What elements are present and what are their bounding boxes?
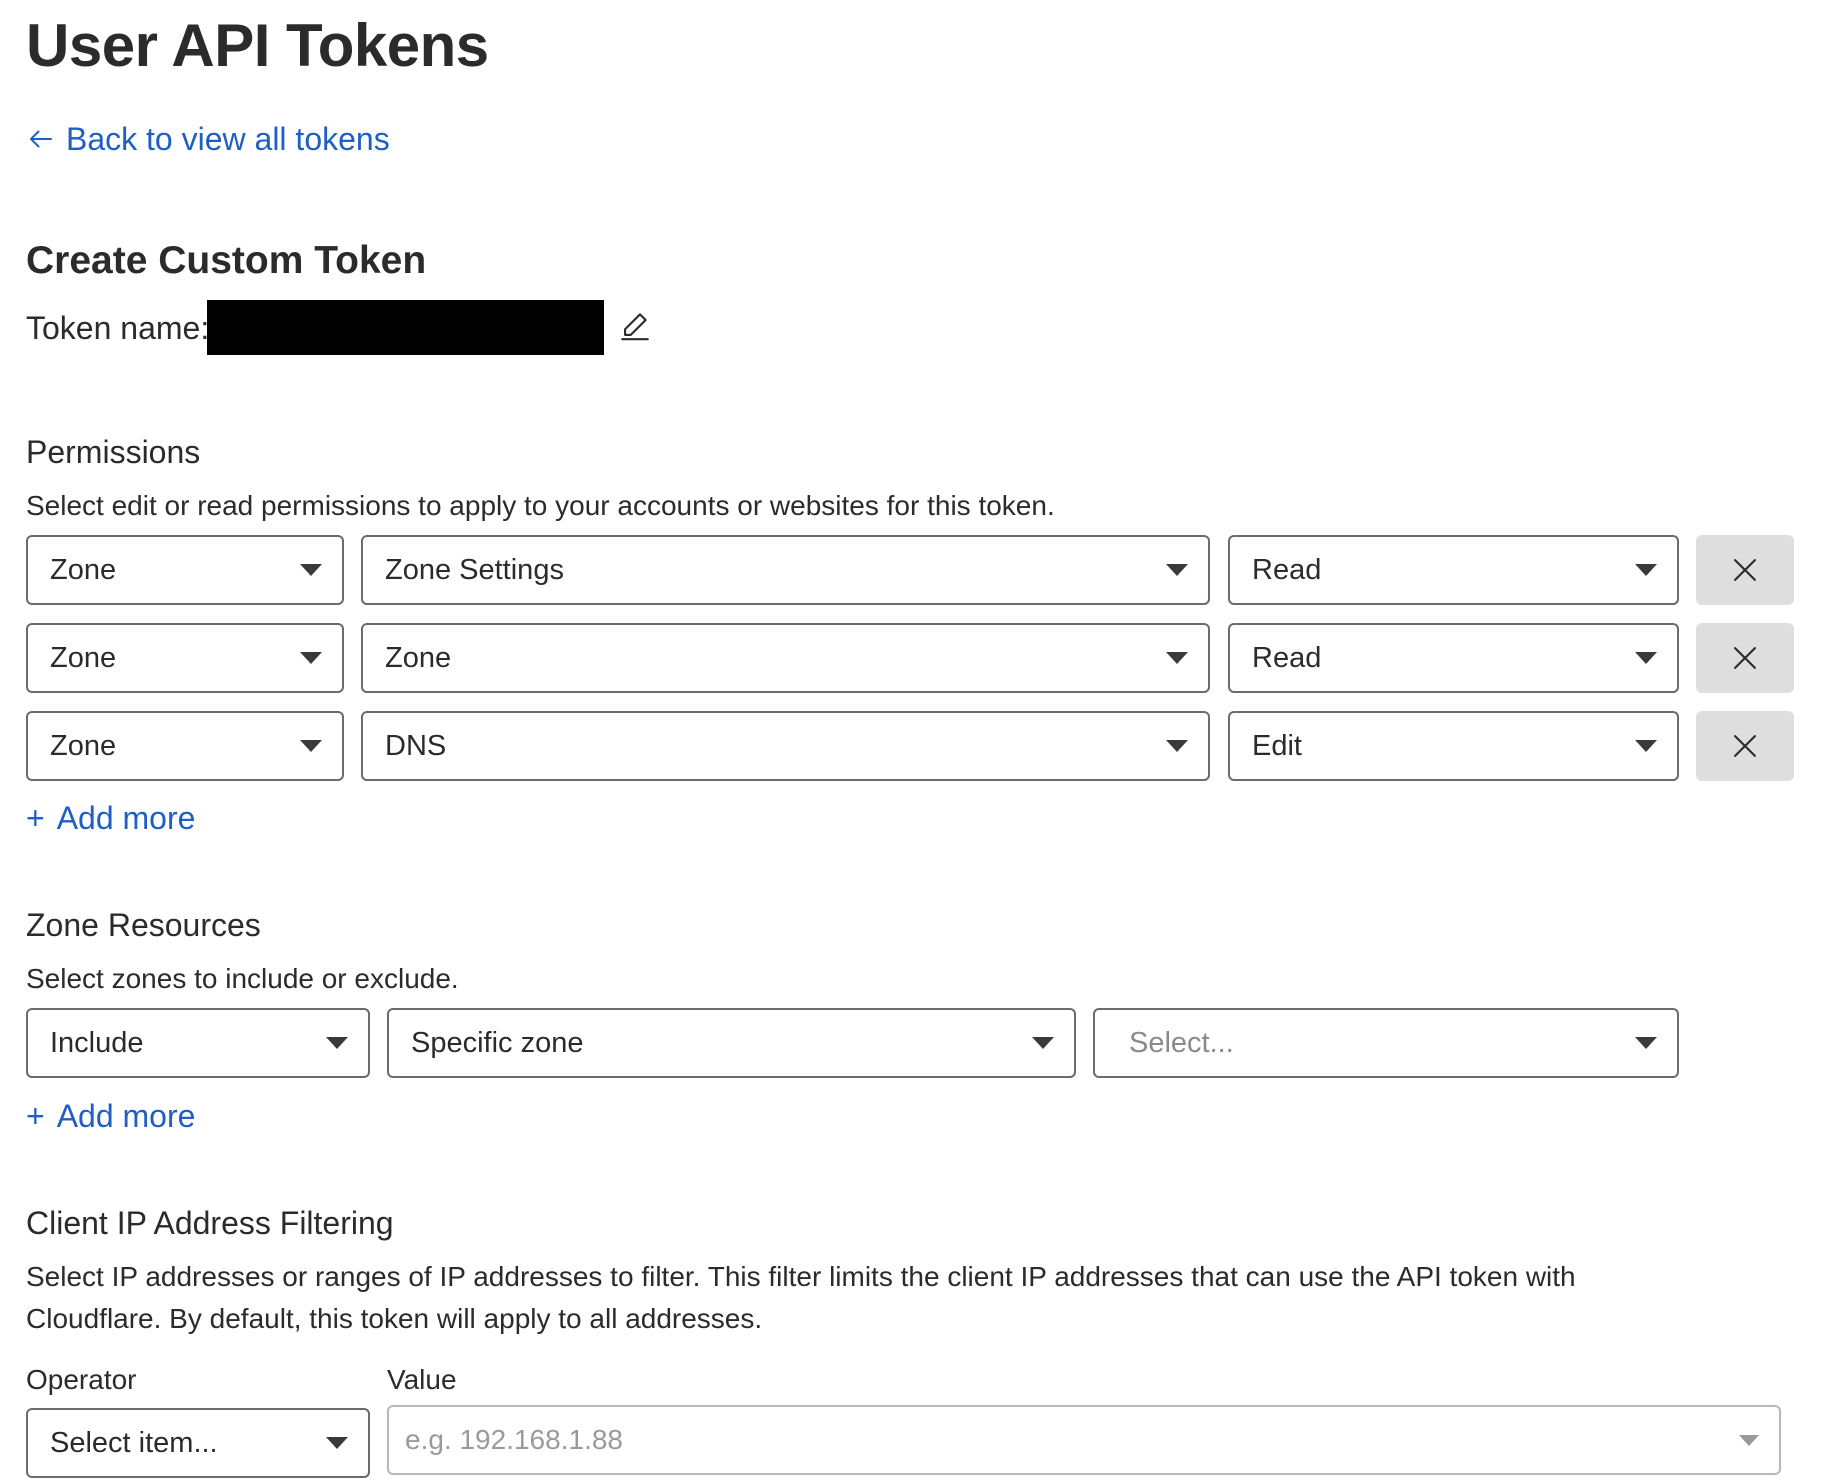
chevron-down-icon	[1166, 564, 1188, 576]
chevron-down-icon	[1635, 1037, 1657, 1049]
operator-label: Operator	[26, 1364, 137, 1395]
input-placeholder: e.g. 192.168.1.88	[405, 1424, 623, 1455]
token-name-label: Token name:	[26, 310, 210, 346]
permission-scope-select[interactable]: Zone	[26, 623, 344, 693]
chevron-down-icon	[300, 652, 322, 664]
chevron-down-icon	[1032, 1037, 1054, 1049]
add-permission-button[interactable]: + Add more	[26, 796, 195, 840]
permission-resource-select[interactable]: DNS	[361, 711, 1210, 781]
zone-type-select[interactable]: Specific zone	[387, 1008, 1076, 1078]
remove-permission-button[interactable]	[1696, 623, 1794, 693]
remove-permission-button[interactable]	[1696, 535, 1794, 605]
ip-filtering-description: Select IP addresses or ranges of IP addr…	[26, 1261, 1576, 1334]
zone-resources-description: Select zones to include or exclude.	[26, 963, 459, 994]
permission-scope-select[interactable]: Zone	[26, 711, 344, 781]
select-placeholder: Select item...	[50, 1426, 218, 1459]
select-value: Edit	[1252, 729, 1302, 762]
zone-resources-title: Zone Resources	[26, 907, 261, 943]
select-value: Read	[1252, 553, 1322, 586]
pencil-icon[interactable]	[618, 308, 652, 342]
remove-permission-button[interactable]	[1696, 711, 1794, 781]
plus-icon: +	[26, 1098, 45, 1134]
permission-resource-select[interactable]: Zone Settings	[361, 535, 1210, 605]
select-value: DNS	[385, 729, 447, 762]
chevron-down-icon	[300, 740, 322, 752]
chevron-down-icon	[326, 1037, 348, 1049]
create-token-heading: Create Custom Token	[26, 239, 427, 282]
select-placeholder: Select...	[1129, 1026, 1234, 1059]
permission-resource-select[interactable]: Zone	[361, 623, 1210, 693]
back-link-label: Back to view all tokens	[66, 121, 390, 157]
select-value: Specific zone	[411, 1026, 584, 1059]
ip-filtering-title: Client IP Address Filtering	[26, 1205, 394, 1241]
close-icon	[1734, 735, 1756, 757]
chevron-down-icon	[1635, 652, 1657, 664]
select-value: Zone	[50, 729, 117, 762]
plus-icon: +	[26, 800, 45, 836]
permissions-title: Permissions	[26, 434, 201, 470]
select-value: Read	[1252, 641, 1322, 674]
chevron-down-icon	[326, 1437, 348, 1449]
chevron-down-icon	[300, 564, 322, 576]
select-value: Zone	[385, 641, 452, 674]
close-icon	[1734, 559, 1756, 581]
permissions-description: Select edit or read permissions to apply…	[26, 490, 1055, 521]
permission-access-select[interactable]: Read	[1228, 535, 1679, 605]
page: User API Tokens Back to view all tokens …	[0, 0, 1846, 1478]
chevron-down-icon	[1166, 652, 1188, 664]
chevron-down-icon	[1635, 564, 1657, 576]
value-label: Value	[387, 1364, 457, 1395]
chevron-down-icon	[1166, 740, 1188, 752]
select-value: Include	[50, 1026, 144, 1059]
zone-include-select[interactable]: Include	[26, 1008, 370, 1078]
add-zone-resource-button[interactable]: + Add more	[26, 1094, 195, 1138]
permission-access-select[interactable]: Edit	[1228, 711, 1679, 781]
back-to-tokens-link[interactable]: Back to view all tokens	[26, 116, 390, 162]
select-value: Zone Settings	[385, 553, 564, 586]
chevron-down-icon	[1739, 1435, 1759, 1446]
select-value: Zone	[50, 553, 117, 586]
add-more-label: Add more	[56, 1098, 196, 1134]
chevron-down-icon	[1635, 740, 1657, 752]
close-icon	[1734, 647, 1756, 669]
page-title: User API Tokens	[26, 12, 489, 79]
select-value: Zone	[50, 641, 117, 674]
zone-select[interactable]: Select...	[1093, 1008, 1679, 1078]
permission-scope-select[interactable]: Zone	[26, 535, 344, 605]
ip-value-input[interactable]: e.g. 192.168.1.88	[387, 1405, 1781, 1475]
add-more-label: Add more	[56, 800, 196, 836]
token-name-redacted	[207, 300, 604, 355]
arrow-left-icon	[30, 130, 52, 148]
permission-access-select[interactable]: Read	[1228, 623, 1679, 693]
